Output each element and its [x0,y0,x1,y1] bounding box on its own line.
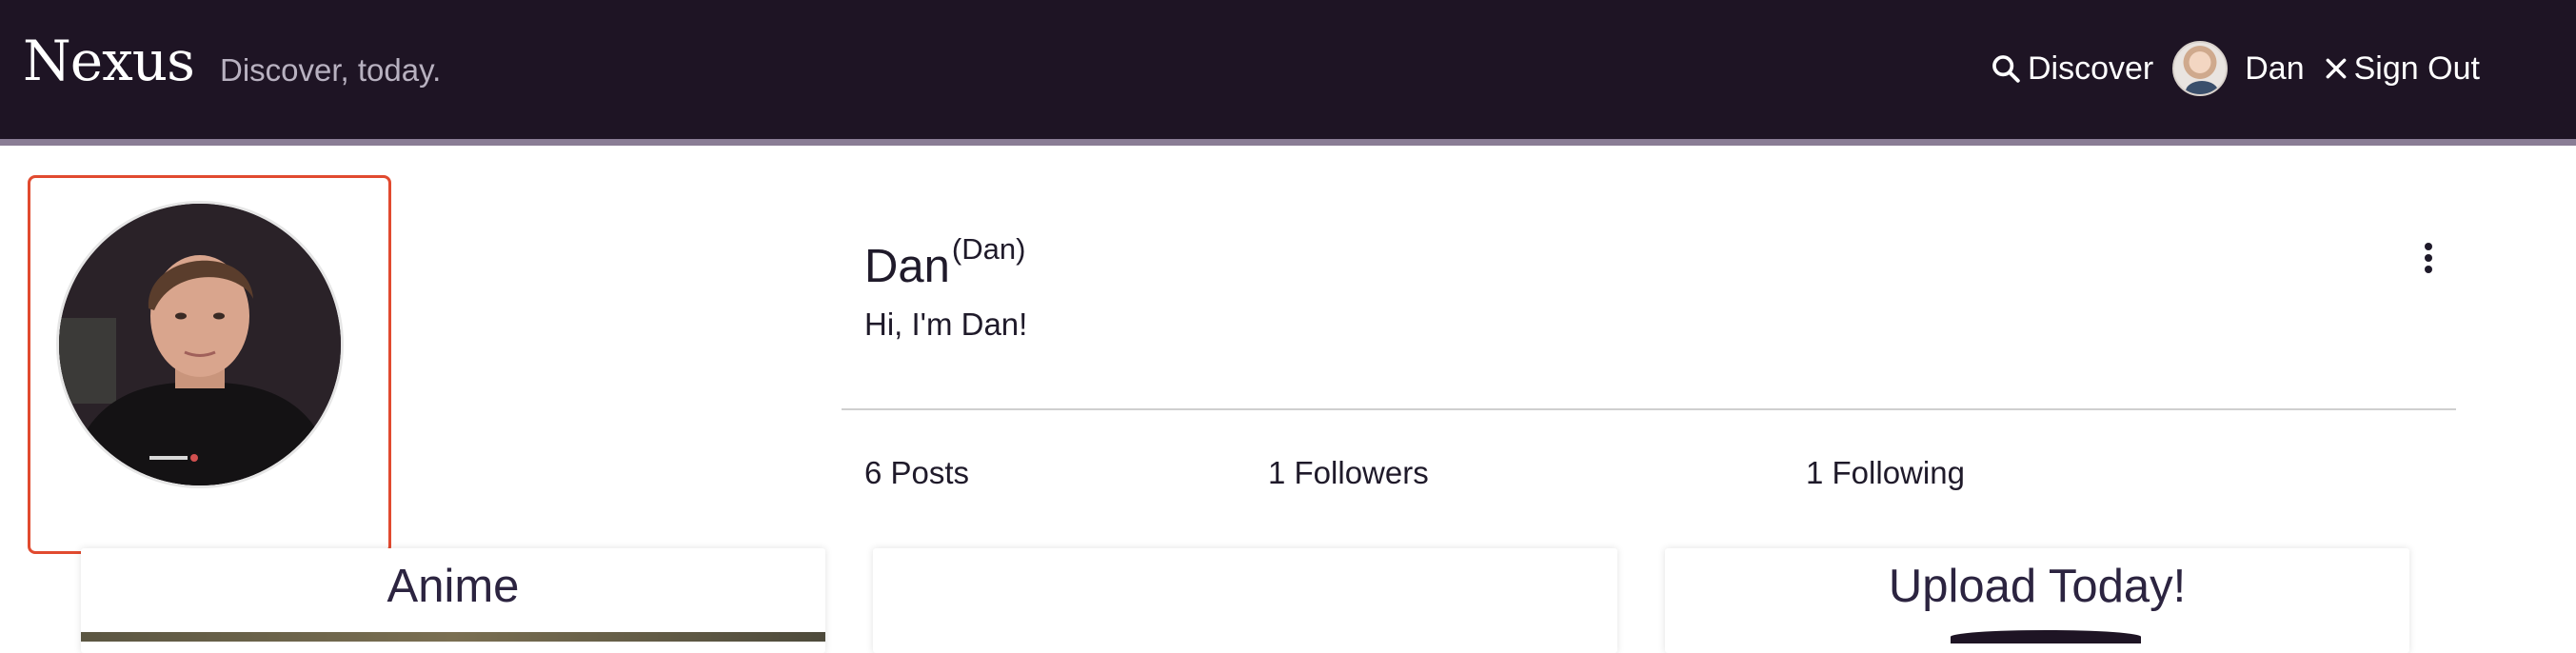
user-profile-link[interactable]: Dan [2245,50,2304,88]
user-name-label: Dan [2245,49,2305,87]
navbar-divider [0,139,2576,146]
user-avatar[interactable] [2172,41,2229,96]
post-card-title: Upload Today! [1888,561,2187,612]
brand-logo[interactable]: Nexus [23,29,195,93]
profile-photo[interactable] [56,201,344,488]
kebab-menu-icon[interactable] [2418,240,2439,278]
post-card-title: Anime [386,561,520,612]
followers-count[interactable]: 1 Followers [1268,455,1429,491]
post-card-image [1951,630,2141,643]
post-card-title [873,548,1617,564]
close-icon [2324,56,2354,81]
sign-out-link[interactable]: Sign Out [2324,50,2480,88]
profile-name: Dan(Dan) [864,232,1025,293]
profile-display-name: Dan [864,241,950,292]
search-icon [1990,52,2028,85]
posts-count[interactable]: 6 Posts [864,455,969,491]
top-navbar: Nexus Discover, today. Discover Dan Sign… [0,0,2576,139]
brand-tagline: Discover, today. [220,52,442,88]
sign-out-label: Sign Out [2353,49,2480,87]
profile-username: (Dan) [951,232,1026,266]
discover-link[interactable]: Discover [1990,50,2153,88]
discover-label: Discover [2028,49,2154,87]
post-card-image [81,632,825,642]
profile-bio: Hi, I'm Dan! [864,307,1028,342]
profile-divider [842,408,2456,410]
following-count[interactable]: 1 Following [1806,455,1965,491]
nav-links: Discover Dan Sign Out [1990,41,2480,96]
